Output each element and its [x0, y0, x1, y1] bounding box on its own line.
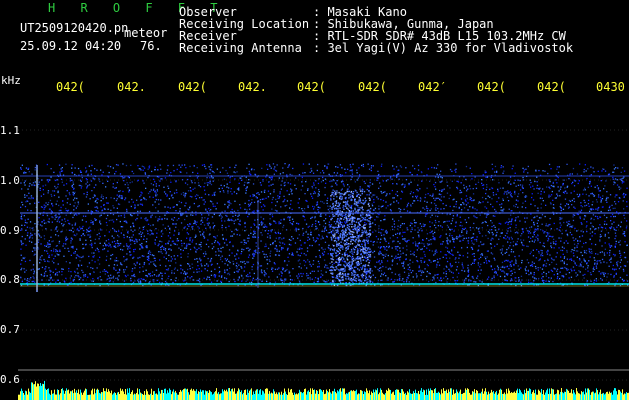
- spectrogram: [18, 129, 629, 400]
- noise-field: [20, 163, 629, 287]
- level-bars: [18, 380, 629, 400]
